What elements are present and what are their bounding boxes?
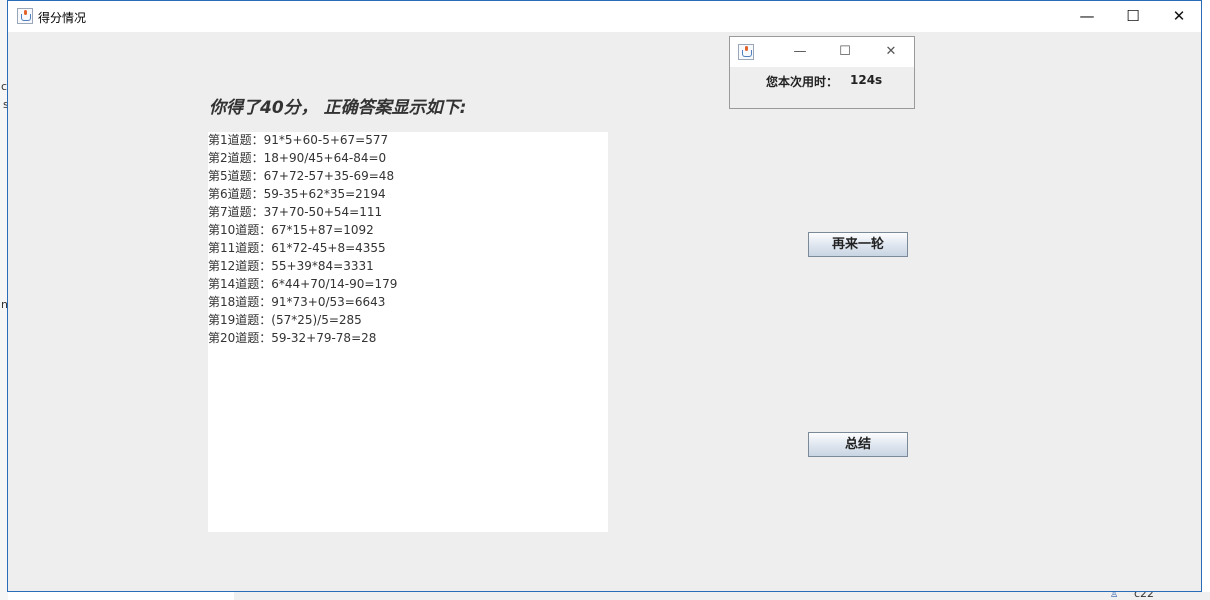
timer-window: — ☐ ✕ 您本次用时： 124s: [729, 36, 915, 109]
background-window-bottom: [234, 592, 1210, 600]
time-used-value: 124s: [850, 73, 883, 87]
answers-text-area[interactable]: 第1道题：91*5+60-5+67=577 第2道题：18+90/45+64-8…: [208, 132, 608, 532]
time-used-label: 您本次用时：: [766, 75, 839, 89]
answer-line: 第19道题：(57*25)/5=285: [208, 313, 362, 327]
answer-line: 第10道题：67*15+87=1092: [208, 223, 374, 237]
summary-button[interactable]: 总结: [808, 432, 908, 457]
score-heading: 你得了40分， 正确答案显示如下:: [209, 98, 467, 118]
window-title: 得分情况: [38, 11, 87, 25]
answer-line: 第6道题：59-35+62*35=2194: [208, 187, 386, 201]
answer-line: 第20道题：59-32+79-78=28: [208, 331, 377, 345]
close-button[interactable]: ✕: [1156, 1, 1202, 31]
timer-title-bar[interactable]: — ☐ ✕: [730, 37, 914, 67]
java-app-icon: [738, 44, 754, 60]
timer-close-button[interactable]: ✕: [871, 37, 911, 67]
java-app-icon: [17, 8, 33, 24]
play-again-button[interactable]: 再来一轮: [808, 232, 908, 257]
score-window: 得分情况 — ☐ ✕ 你得了40分， 正确答案显示如下: 第1道题：91*5+6…: [7, 0, 1202, 592]
answer-line: 第14道题：6*44+70/14-90=179: [208, 277, 398, 291]
title-bar[interactable]: 得分情况 — ☐ ✕: [8, 1, 1201, 32]
maximize-button[interactable]: ☐: [1110, 1, 1156, 31]
answer-line: 第18道题：91*73+0/53=6643: [208, 295, 386, 309]
timer-minimize-button[interactable]: —: [780, 37, 820, 67]
answer-line: 第5道题：67+72-57+35-69=48: [208, 169, 395, 183]
desktop: c s n ♙ c22 得分情况 — ☐ ✕ 你得了40分， 正确答案显示如下:…: [0, 0, 1210, 600]
answer-line: 第11道题：61*72-45+8=4355: [208, 241, 386, 255]
answer-line: 第7道题：37+70-50+54=111: [208, 205, 383, 219]
answer-line: 第2道题：18+90/45+64-84=0: [208, 151, 387, 165]
minimize-button[interactable]: —: [1064, 1, 1110, 31]
timer-maximize-button[interactable]: ☐: [825, 37, 865, 67]
answer-line: 第12道题：55+39*84=3331: [208, 259, 374, 273]
answer-line: 第1道题：91*5+60-5+67=577: [208, 133, 389, 147]
